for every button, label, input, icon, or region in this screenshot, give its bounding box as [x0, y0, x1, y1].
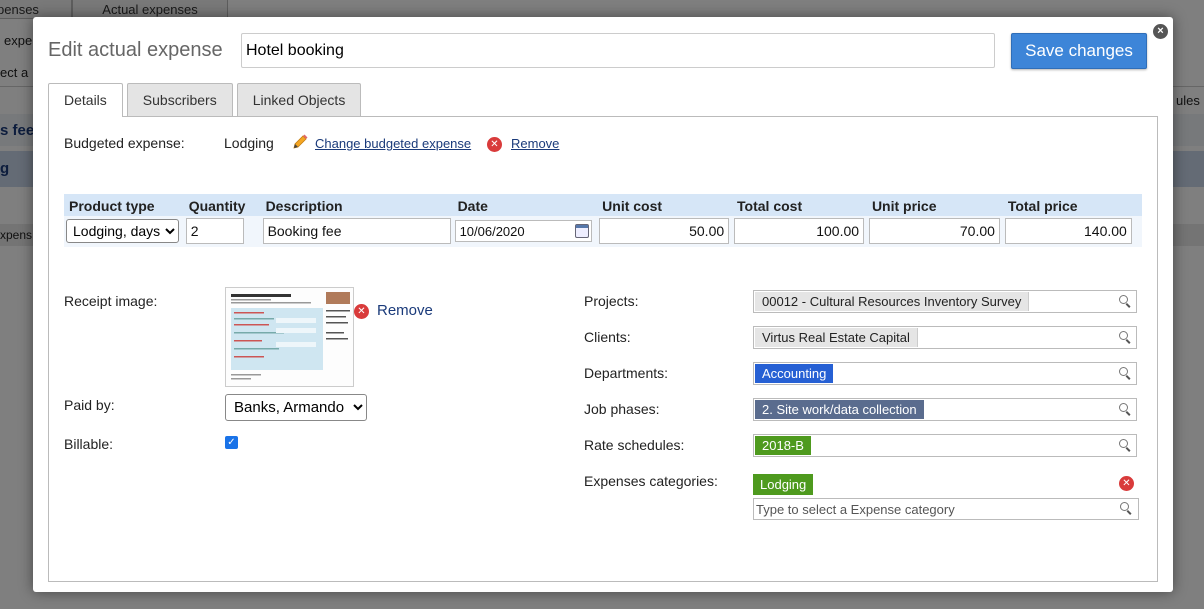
search-icon[interactable] — [1119, 331, 1132, 344]
modal-title: Edit actual expense — [48, 39, 223, 61]
date-input[interactable] — [454, 220, 592, 242]
rate-schedules-chip: 2018-B — [755, 436, 811, 455]
description-input[interactable] — [262, 218, 451, 244]
job-phases-lookup[interactable]: 2. Site work/data collection — [753, 398, 1137, 421]
table-cell — [452, 216, 598, 247]
projects-label: Projects: — [584, 293, 639, 309]
save-changes-button[interactable]: Save changes — [1011, 33, 1147, 69]
close-icon[interactable]: × — [1152, 23, 1169, 40]
table-cell — [866, 216, 1003, 247]
paid-by-label: Paid by: — [64, 397, 115, 413]
unit-price-input[interactable] — [868, 218, 1000, 244]
expense-category-input[interactable] — [753, 498, 1139, 520]
remove-icon[interactable]: ✕ — [354, 304, 369, 319]
column-header: Unit price — [866, 194, 1003, 216]
rate-schedules-label: Rate schedules: — [584, 437, 685, 453]
column-header: Quantity — [183, 194, 261, 216]
expense-name-input[interactable] — [241, 33, 995, 68]
budgeted-expense-label: Budgeted expense: — [64, 135, 185, 151]
details-panel: Budgeted expense: Lodging Change budgete… — [48, 116, 1158, 582]
quantity-input[interactable] — [185, 218, 244, 244]
column-header: Total cost — [732, 194, 867, 216]
search-icon[interactable] — [1119, 367, 1132, 380]
table-cell — [1002, 216, 1142, 247]
total-cost-input[interactable] — [734, 218, 865, 244]
product-table: Product type Quantity Description Date U… — [64, 194, 1142, 247]
clients-label: Clients: — [584, 329, 631, 345]
product-type-select[interactable]: Lodging, days — [66, 219, 179, 243]
budgeted-expense-value: Lodging — [224, 135, 274, 151]
table-cell: Lodging, days — [64, 216, 184, 247]
rate-schedules-lookup[interactable]: 2018-B — [753, 434, 1137, 457]
receipt-image-label: Receipt image: — [64, 293, 158, 309]
column-header: Total price — [1002, 194, 1142, 216]
billable-label: Billable: — [64, 436, 114, 452]
receipt-thumbnail[interactable] — [225, 287, 354, 387]
search-icon[interactable] — [1119, 403, 1132, 416]
job-phases-chip: 2. Site work/data collection — [755, 400, 924, 419]
search-icon[interactable] — [1120, 502, 1133, 515]
remove-icon[interactable]: ✕ — [1119, 476, 1134, 491]
departments-label: Departments: — [584, 365, 669, 381]
edit-expense-modal: Edit actual expense Save changes Details… — [33, 17, 1173, 592]
table-cell — [597, 216, 733, 247]
tab-bar: Details Subscribers Linked Objects — [48, 83, 365, 117]
receipt-preview-icon — [226, 288, 353, 386]
total-price-input[interactable] — [1004, 218, 1132, 244]
tab-subscribers[interactable]: Subscribers — [126, 83, 233, 116]
billable-checkbox[interactable]: ✓ — [225, 436, 238, 449]
column-header: Unit cost — [597, 194, 733, 216]
table-cell — [183, 216, 261, 247]
paid-by-select[interactable]: Banks, Armando — [225, 394, 367, 421]
tab-linked-objects[interactable]: Linked Objects — [236, 83, 362, 116]
change-budgeted-expense-link[interactable]: Change budgeted expense — [315, 136, 471, 151]
date-picker — [454, 220, 592, 242]
search-icon[interactable] — [1119, 295, 1132, 308]
table-header-row: Product type Quantity Description Date U… — [64, 194, 1142, 216]
column-header: Product type — [64, 194, 184, 216]
remove-budgeted-expense-link[interactable]: Remove — [511, 136, 559, 151]
unit-cost-input[interactable] — [599, 218, 730, 244]
calendar-icon[interactable] — [574, 224, 589, 238]
departments-chip: Accounting — [755, 364, 834, 383]
projects-chip: 00012 - Cultural Resources Inventory Sur… — [755, 292, 1030, 311]
search-icon[interactable] — [1119, 439, 1132, 452]
table-cell — [260, 216, 453, 247]
column-header: Date — [452, 194, 598, 216]
clients-lookup[interactable]: Virtus Real Estate Capital — [753, 326, 1137, 349]
column-header: Description — [260, 194, 453, 216]
departments-lookup[interactable]: Accounting — [753, 362, 1137, 385]
remove-receipt-link[interactable]: Remove — [377, 302, 433, 319]
clients-chip: Virtus Real Estate Capital — [755, 328, 918, 347]
remove-icon[interactable]: ✕ — [487, 137, 502, 152]
pencil-icon[interactable] — [291, 133, 309, 151]
expense-category-chip: Lodging — [753, 474, 814, 495]
job-phases-label: Job phases: — [584, 401, 660, 417]
table-cell — [732, 216, 867, 247]
tab-details[interactable]: Details — [48, 83, 123, 117]
projects-lookup[interactable]: 00012 - Cultural Resources Inventory Sur… — [753, 290, 1137, 313]
table-row: Lodging, days — [64, 216, 1142, 247]
expense-categories-label: Expenses categories: — [584, 473, 718, 489]
